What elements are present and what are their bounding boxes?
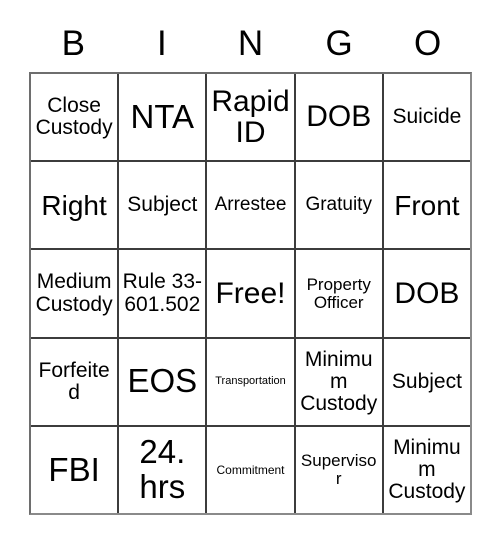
bingo-cell[interactable]: Arrestee xyxy=(205,162,294,249)
bingo-cell[interactable]: DOB xyxy=(293,74,382,161)
bingo-cell-label: Subject xyxy=(127,193,198,217)
bingo-cell-label: Transportation xyxy=(215,374,286,387)
bingo-cell[interactable]: Front xyxy=(381,162,471,249)
bingo-cell-label: Front xyxy=(394,189,460,221)
bingo-cell-label: Minimum Custody xyxy=(388,435,466,503)
bingo-row: FBI 24. hrs Commitment Supervisor Minimu… xyxy=(31,424,471,514)
bingo-card: B I N G O Close Custody NTA Rapid ID DOB… xyxy=(0,0,500,544)
bingo-row: Forfeited EOS Transportation Minimum Cus… xyxy=(31,336,471,425)
bingo-header-row: B I N G O xyxy=(29,14,472,72)
bingo-cell[interactable]: Transportation xyxy=(205,338,294,425)
bingo-cell-label: Right xyxy=(41,189,107,221)
bingo-cell-label: DOB xyxy=(306,100,372,134)
bingo-cell[interactable]: Minimum Custody xyxy=(293,338,382,425)
bingo-cell-label: Rule 33-601.502 xyxy=(122,270,202,316)
bingo-cell[interactable]: Subject xyxy=(381,338,471,425)
bingo-cell[interactable]: NTA xyxy=(117,74,206,161)
bingo-cell-label: Subject xyxy=(391,369,462,393)
bingo-cell-label: Suicide xyxy=(392,105,462,129)
bingo-cell-label: Free! xyxy=(215,276,286,310)
bingo-cell[interactable]: Gratuity xyxy=(293,162,382,249)
bingo-cell-label: DOB xyxy=(394,276,460,310)
bingo-cell-label: Rapid ID xyxy=(211,84,290,150)
bingo-cell-label: Arrestee xyxy=(214,194,287,216)
bingo-cell[interactable]: Close Custody xyxy=(31,74,118,161)
bingo-cell[interactable]: 24. hrs xyxy=(117,426,206,514)
bingo-row: Right Subject Arrestee Gratuity Front xyxy=(31,160,471,249)
bingo-cell[interactable]: Medium Custody xyxy=(31,250,118,337)
bingo-cell-label: Commitment xyxy=(216,462,285,477)
bingo-grid: Close Custody NTA Rapid ID DOB Suicide R… xyxy=(29,72,472,515)
bingo-cell[interactable]: Commitment xyxy=(205,426,294,514)
bingo-cell-label: 24. hrs xyxy=(139,433,186,505)
bingo-header-letter-g: G xyxy=(325,23,353,63)
bingo-cell-label: FBI xyxy=(48,450,100,488)
bingo-cell-label: Close Custody xyxy=(35,94,113,140)
bingo-cell-label: EOS xyxy=(127,362,198,400)
bingo-cell-label: Minimum Custody xyxy=(300,347,378,415)
bingo-cell-label: Medium Custody xyxy=(35,270,113,316)
bingo-cell[interactable]: Minimum Custody xyxy=(381,426,471,514)
bingo-header-letter-b: B xyxy=(61,23,85,63)
bingo-cell[interactable]: Property Officer xyxy=(293,250,382,337)
bingo-cell[interactable]: FBI xyxy=(31,426,118,514)
bingo-cell-label: Supervisor xyxy=(300,451,377,488)
bingo-cell-label: Property Officer xyxy=(306,274,371,312)
bingo-cell-free-space[interactable]: Free! xyxy=(205,250,294,337)
bingo-cell[interactable]: Right xyxy=(31,162,118,249)
bingo-row: Medium Custody Rule 33-601.502 Free! Pro… xyxy=(31,248,471,337)
bingo-cell-label: Gratuity xyxy=(305,194,372,216)
bingo-cell[interactable]: Subject xyxy=(117,162,206,249)
bingo-cell[interactable]: EOS xyxy=(117,338,206,425)
bingo-header-letter-n: N xyxy=(237,23,264,63)
bingo-header-letter-o: O xyxy=(414,23,442,63)
bingo-cell[interactable]: Forfeited xyxy=(31,338,118,425)
bingo-cell[interactable]: Suicide xyxy=(381,74,471,161)
bingo-cell[interactable]: DOB xyxy=(381,250,471,337)
bingo-cell-label: NTA xyxy=(130,97,195,135)
bingo-cell[interactable]: Rule 33-601.502 xyxy=(117,250,206,337)
bingo-cell[interactable]: Supervisor xyxy=(293,426,382,514)
bingo-cell[interactable]: Rapid ID xyxy=(205,74,294,161)
bingo-header-letter-i: I xyxy=(157,23,167,63)
bingo-cell-label: Forfeited xyxy=(38,358,110,404)
bingo-row: Close Custody NTA Rapid ID DOB Suicide xyxy=(31,74,471,161)
